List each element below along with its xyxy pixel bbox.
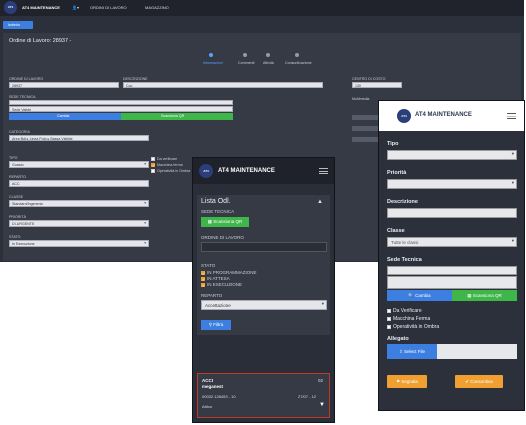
reparto-field[interactable]: ACC <box>9 180 149 187</box>
check-macchina-ferma[interactable]: Macchina Ferma <box>387 316 430 322</box>
check-in-attesa[interactable]: IN ATTESA <box>201 276 230 282</box>
collapse-icon[interactable]: ▲ <box>317 199 323 205</box>
menu-icon[interactable] <box>319 168 328 174</box>
stato-select[interactable]: In Esecuzione <box>9 240 149 247</box>
card-subtitle: meganest <box>202 384 224 389</box>
cambia-button[interactable]: 🔍 Cambia <box>387 290 452 301</box>
allegato-label: Allegato <box>387 336 409 342</box>
classe-label: CLASSE <box>9 195 24 199</box>
brand-name: AT4 MAINTENANCE <box>415 112 472 118</box>
sede-input-1[interactable] <box>387 266 517 275</box>
sede-label: SEDE TECNICA <box>201 209 235 214</box>
check-in-programmazione[interactable]: IN PROGRAMMAZIONE <box>201 270 257 276</box>
priorita-select[interactable]: DI-URGENTE <box>9 220 149 227</box>
categoria-field[interactable]: Area Bdi ▸ Linea Pulp ▸ Bassa Visibile <box>9 135 149 141</box>
page-title: Ordine di Lavoro: 28937 - <box>9 38 72 44</box>
priorita-label: Priorità <box>387 170 407 176</box>
nav-ordini[interactable]: ORDINI DI LAVORO <box>90 5 127 10</box>
card-title: ACCI <box>202 378 213 383</box>
step-informazioni[interactable]: Informazioni <box>203 61 223 65</box>
descrizione-field[interactable]: Cco <box>123 82 323 88</box>
consuntiva-button[interactable]: ✔ Consuntiva <box>455 375 503 388</box>
stato-label: STATO <box>9 235 21 239</box>
cambia-button[interactable]: Cambia <box>9 113 121 120</box>
list-title: Lista Odl. <box>201 198 231 205</box>
check-macchina-ferma[interactable]: Macchina ferma <box>151 163 183 168</box>
tipo-select[interactable] <box>387 150 517 160</box>
multimedia-label: Multimedia <box>352 97 370 101</box>
back-button[interactable]: Indietro <box>3 21 33 29</box>
check-da-verificare[interactable]: Da Verificare <box>387 308 422 314</box>
mobile-list-view: AT4 AT4 MAINTENANCE Lista Odl. ▲ SEDE TE… <box>192 157 335 423</box>
user-icon[interactable]: 👤▾ <box>72 5 79 10</box>
priorita-label: PRIORITÀ <box>9 215 26 219</box>
reparto-select[interactable]: Accettazione <box>201 300 327 310</box>
card-date: 27/07 - 12 <box>298 394 317 399</box>
classe-select[interactable]: Tutte le classi <box>387 237 517 247</box>
descrizione-label: Descrizione <box>387 199 418 205</box>
centro-label: CENTRO DI COSTO <box>352 77 386 81</box>
scan-qr-button[interactable]: ▦ Scansiona QR <box>201 217 249 227</box>
report-form: AT4 AT4 MAINTENANCE Tipo Priorità Descri… <box>378 100 525 411</box>
centro-field[interactable]: 130 <box>352 82 402 88</box>
select-file-button[interactable]: ⇪ Select File <box>387 344 437 359</box>
scansiona-button[interactable]: ▦ Scansiona QR <box>452 290 517 301</box>
reparto-label: REPARTO <box>9 175 26 179</box>
info-icon <box>209 53 213 57</box>
steps: Informazioni Commenti Attività Consuntiv… <box>203 51 323 67</box>
filter-panel: Lista Odl. ▲ SEDE TECNICA ▦ Scansiona QR… <box>197 195 330 335</box>
sede-input-2[interactable] <box>387 276 517 289</box>
categoria-label: CATEGORIA <box>9 130 30 134</box>
top-navbar: AT4 AT4 MAINTENANCE 👤▾ ORDINI DI LAVORO … <box>0 0 524 16</box>
nav-magazzino[interactable]: MAGAZZINO <box>145 5 169 10</box>
tipo-select[interactable]: Guasto <box>9 161 149 168</box>
brand-logo[interactable]: AT4 <box>199 164 213 178</box>
check-icon <box>295 53 299 57</box>
ordine-label: ORDINE DI LAVORO <box>201 235 244 240</box>
reparto-label: REPARTO <box>201 293 223 298</box>
odl-card[interactable]: ACCI 02 meganest 00032.128453 - 10 27/07… <box>197 373 330 418</box>
brand-name: AT4 MAINTENANCE <box>22 5 60 10</box>
ordine-label: ORDINE DI LAVORO <box>9 77 44 81</box>
priorita-select[interactable] <box>387 179 517 189</box>
brand-logo[interactable]: AT4 <box>4 1 17 14</box>
sede-label: Sede Tecnica <box>387 257 422 263</box>
sede-field-1[interactable] <box>9 100 233 105</box>
tipo-label: Tipo <box>387 141 399 147</box>
classe-select[interactable]: Standard/Ingeneria <box>9 200 149 207</box>
step-consuntivazione[interactable]: Consuntivazione <box>285 61 312 65</box>
classe-label: Classe <box>387 228 405 234</box>
activity-icon <box>266 53 270 57</box>
step-commenti[interactable]: Commenti <box>238 61 254 65</box>
menu-icon[interactable] <box>507 113 516 119</box>
check-da-verificare[interactable]: Da verificare <box>151 157 177 162</box>
descrizione-label: DESCRIZIONE <box>123 77 148 81</box>
filtra-button[interactable]: ⚲ Filtra <box>201 320 231 330</box>
expand-icon[interactable]: ▼ <box>319 402 325 408</box>
ordine-field[interactable]: 28937 <box>9 82 119 88</box>
descrizione-input[interactable] <box>387 208 517 218</box>
check-in-esecuzione[interactable]: IN ESECUZIONE <box>201 282 242 288</box>
step-attivita[interactable]: Attività <box>263 61 274 65</box>
form-header: AT4 AT4 MAINTENANCE <box>379 101 524 131</box>
card-badge: 02 <box>318 378 324 383</box>
card-code: 00032.128453 - 10 <box>202 394 236 399</box>
ordine-input[interactable] <box>201 242 327 252</box>
stato-label: STATO <box>201 263 216 268</box>
tipo-label: TIPO <box>9 156 18 160</box>
mobile-header: AT4 AT4 MAINTENANCE <box>193 158 334 184</box>
comment-icon <box>243 53 247 57</box>
check-operativita[interactable]: Operatività in Ombra <box>387 324 439 330</box>
sede-label: SEDE TECNICA <box>9 95 36 99</box>
sede-field[interactable]: Sede Valide <box>9 106 233 112</box>
segnala-button[interactable]: ⚑ Segnala <box>387 375 427 388</box>
check-operativita[interactable]: Operatività in Ombra <box>151 169 190 174</box>
brand-name: AT4 MAINTENANCE <box>218 168 275 174</box>
scansiona-button[interactable]: Scansiona QR <box>121 113 233 120</box>
card-status: Attivo <box>202 404 213 409</box>
brand-logo[interactable]: AT4 <box>397 109 411 123</box>
